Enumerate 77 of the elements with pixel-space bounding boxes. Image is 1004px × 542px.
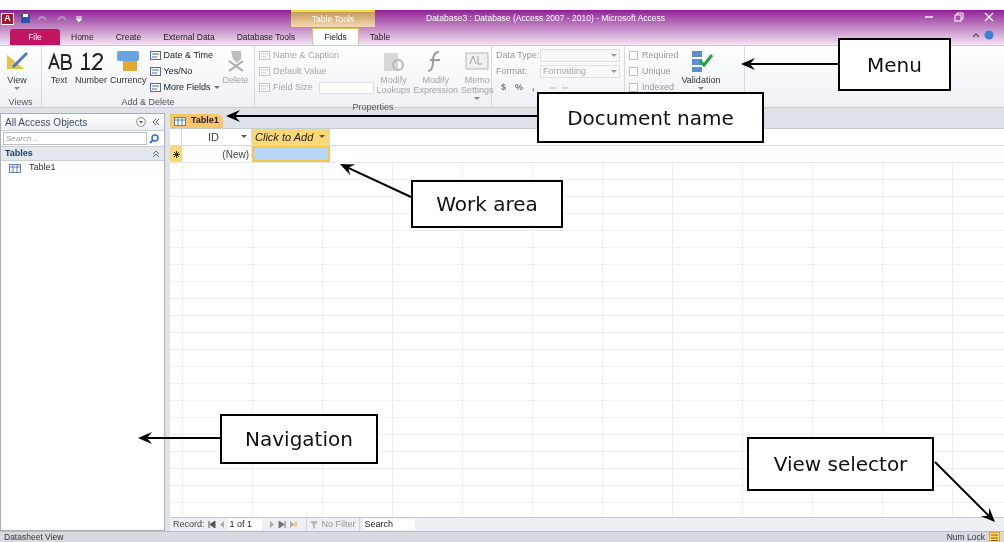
format-button[interactable]: $ xyxy=(501,80,506,95)
dropdown[interactable] xyxy=(540,49,620,62)
ribbon-tab[interactable]: External Data xyxy=(152,29,226,45)
collapse-icon xyxy=(152,149,160,158)
last-record-icon xyxy=(277,521,286,528)
callout-label: Document name xyxy=(537,92,764,143)
caret-icon xyxy=(611,69,617,74)
num-lock-indicator: Num Lock xyxy=(946,530,985,542)
filter-icon xyxy=(309,520,319,529)
ribbon-tab[interactable]: Table xyxy=(358,29,402,45)
column-header[interactable]: Click to Add xyxy=(252,129,330,145)
save-icon xyxy=(20,13,31,24)
record-label: Record: xyxy=(173,517,205,531)
record-selector[interactable] xyxy=(170,146,182,162)
group-label: Views xyxy=(7,96,34,107)
pane-title: All Access Objects xyxy=(5,115,88,130)
ribbon-tab[interactable]: Fields xyxy=(312,28,359,45)
arrow xyxy=(340,164,412,198)
format-button[interactable]: , xyxy=(532,80,535,95)
collapse-ribbon-icon xyxy=(972,31,980,39)
table-cell[interactable] xyxy=(252,146,330,162)
record-number-field[interactable]: 1 of 1 xyxy=(227,519,262,530)
ribbon-button[interactable]: Text xyxy=(46,49,72,85)
window-title: Database3 : Database (Access 2007 - 2010) - Microsoft Access xyxy=(426,12,666,25)
datasheet-view-icon xyxy=(989,531,1000,542)
restore-icon xyxy=(954,12,964,22)
view-status: Datasheet View xyxy=(4,530,64,542)
table-icon xyxy=(9,163,21,173)
ribbon-tab[interactable]: Create xyxy=(104,29,153,45)
field-icon xyxy=(259,82,270,93)
ribbon-tab[interactable]: Database Tools xyxy=(225,29,307,45)
close-icon xyxy=(984,12,994,22)
ribbon-button[interactable]: Currency xyxy=(110,49,147,85)
group-label: Add & Delete xyxy=(120,96,176,107)
app-logo[interactable]: A xyxy=(1,12,14,25)
ribbon-button[interactable]: Date & Time xyxy=(149,49,220,62)
field-icon xyxy=(149,82,161,93)
field-icon xyxy=(259,66,270,77)
next-record-icon xyxy=(268,521,275,528)
ribbon-button[interactable]: More Fields xyxy=(149,81,220,94)
ribbon-button[interactable]: View xyxy=(4,49,30,91)
field-icon xyxy=(149,50,161,61)
search-icon xyxy=(149,133,159,144)
field-label: Data Type: xyxy=(496,48,540,62)
field-icon xyxy=(149,66,161,77)
ribbon-button[interactable]: Number xyxy=(75,49,107,85)
contextual-tab-group: Table Tools xyxy=(291,10,375,27)
ribbon-tab[interactable]: File xyxy=(10,29,60,45)
callout-label: Work area xyxy=(411,180,563,228)
help-icon xyxy=(984,30,994,40)
customize-icon xyxy=(76,14,82,23)
ribbon-tab[interactable]: Home xyxy=(60,29,105,45)
caret-icon xyxy=(611,53,617,58)
callout-label: Menu xyxy=(838,38,951,91)
new-record-icon xyxy=(288,521,297,528)
ribbon-button[interactable]: Yes/No xyxy=(149,65,220,78)
field-label: Format: xyxy=(496,64,528,78)
group-header[interactable]: Tables xyxy=(1,147,164,161)
format-button[interactable]: % xyxy=(515,80,524,95)
first-record-icon xyxy=(207,521,216,528)
document-tab[interactable]: Table1 xyxy=(170,114,223,128)
nav-item[interactable]: Table1 xyxy=(1,161,164,175)
ribbon-button[interactable]: Validation xyxy=(681,49,721,91)
asterisk-icon xyxy=(172,150,180,158)
group-label: Properties xyxy=(351,101,395,112)
callout-label: View selector xyxy=(747,437,934,491)
caret-icon xyxy=(241,135,247,139)
previous-record-icon xyxy=(218,521,225,528)
search-field[interactable]: Search xyxy=(362,519,415,530)
collapse-icon xyxy=(152,118,160,126)
arrow xyxy=(934,461,995,522)
callout-label: Navigation xyxy=(220,414,378,464)
caret-icon xyxy=(319,135,326,139)
search-field[interactable]: Search... xyxy=(3,132,147,145)
table-icon xyxy=(174,116,186,126)
dropdown-icon xyxy=(136,117,146,127)
field-icon xyxy=(259,50,270,61)
